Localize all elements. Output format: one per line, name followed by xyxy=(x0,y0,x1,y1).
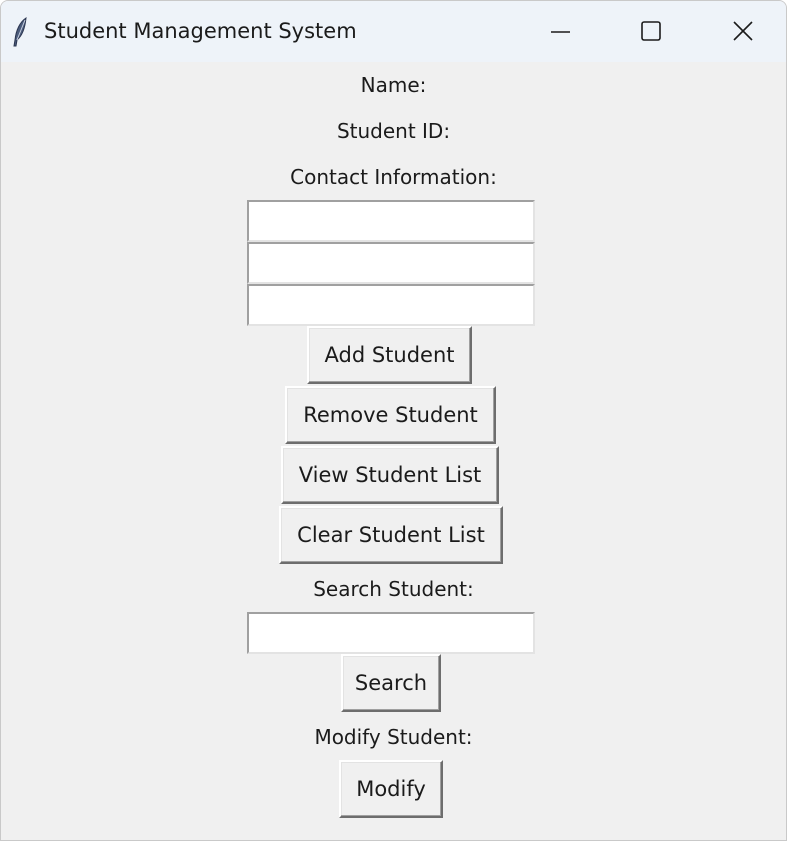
close-icon xyxy=(733,21,753,41)
app-window: Student Management System Name: Student … xyxy=(0,0,787,841)
maximize-icon xyxy=(641,21,661,41)
window-title: Student Management System xyxy=(44,19,357,43)
search-button[interactable]: Search xyxy=(341,654,441,712)
close-button[interactable] xyxy=(697,1,786,62)
maximize-button[interactable] xyxy=(605,1,697,62)
minimize-icon xyxy=(551,31,570,33)
modify-student-label: Modify Student: xyxy=(314,725,473,749)
title-bar[interactable]: Student Management System xyxy=(1,1,786,62)
contact-info-label: Contact Information: xyxy=(290,165,497,189)
name-label: Name: xyxy=(360,73,427,97)
minimize-button[interactable] xyxy=(514,1,606,62)
view-student-list-button[interactable]: View Student List xyxy=(281,446,499,504)
search-input[interactable] xyxy=(247,612,535,654)
contact-info-input[interactable] xyxy=(247,284,535,326)
modify-button[interactable]: Modify xyxy=(339,760,443,818)
search-student-label: Search Student: xyxy=(313,577,474,601)
name-input[interactable] xyxy=(247,200,535,242)
clear-student-list-button[interactable]: Clear Student List xyxy=(279,506,503,564)
student-id-label: Student ID: xyxy=(336,119,451,143)
student-id-input[interactable] xyxy=(247,242,535,284)
add-student-button[interactable]: Add Student xyxy=(307,326,472,384)
remove-student-button[interactable]: Remove Student xyxy=(285,386,496,444)
feather-icon xyxy=(11,16,31,48)
